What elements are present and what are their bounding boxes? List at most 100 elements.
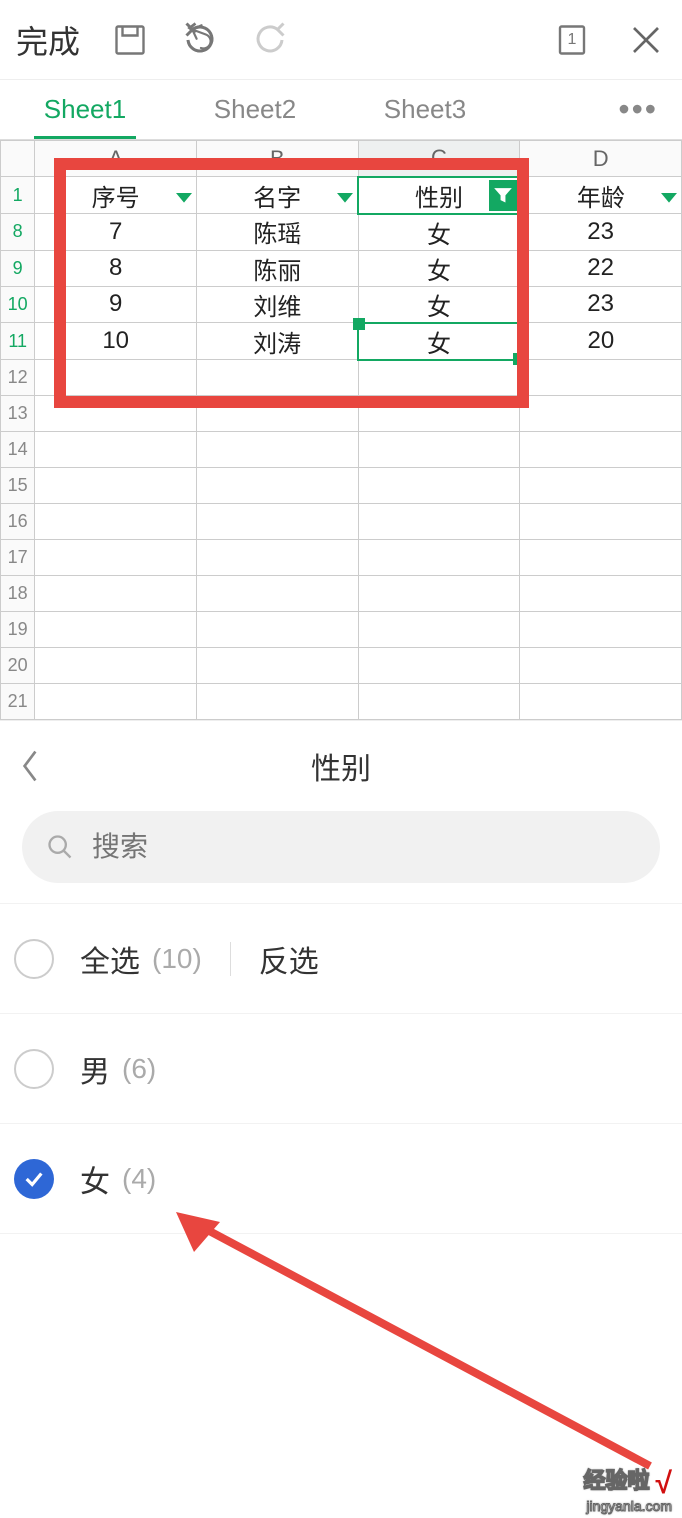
done-button[interactable]: 完成 [16,17,80,63]
col-header-D[interactable]: D [520,141,682,177]
filter-selectall-row[interactable]: 全选 (10) 反选 [0,904,682,1014]
cell[interactable] [358,468,520,504]
row-header[interactable]: 12 [1,360,35,396]
sheet-more-button[interactable]: ••• [510,91,682,128]
cell[interactable] [520,504,682,540]
cell[interactable] [35,432,197,468]
search-box[interactable] [22,811,660,883]
invert-button[interactable]: 反选 [259,937,319,981]
cell[interactable]: 7 [35,214,197,251]
cell[interactable]: 23 [520,214,682,251]
cell[interactable] [197,540,359,576]
cell[interactable] [35,540,197,576]
header-cell-B[interactable]: 名字 [197,177,359,214]
cell[interactable] [35,396,197,432]
cell[interactable] [35,648,197,684]
cell[interactable]: 女 [358,214,520,251]
checkbox-icon[interactable] [14,939,54,979]
cell[interactable]: 9 [35,286,197,323]
header-cell-D[interactable]: 年龄 [520,177,682,214]
cell[interactable] [197,468,359,504]
cell[interactable] [358,360,520,396]
row-header[interactable]: 8 [1,214,35,251]
cell[interactable] [520,396,682,432]
checkbox-icon[interactable] [14,1049,54,1089]
tab-sheet2[interactable]: Sheet2 [170,80,340,139]
cell[interactable] [520,360,682,396]
spreadsheet-grid[interactable]: A B C D 1 序号 名字 性别 年龄 8 7 陈瑶 女 23 9 8 陈丽… [0,140,682,720]
cell[interactable] [520,684,682,720]
cell[interactable] [197,612,359,648]
cell[interactable] [197,684,359,720]
corner-cell[interactable] [1,141,35,177]
cell[interactable] [358,432,520,468]
row-header[interactable]: 19 [1,612,35,648]
cell[interactable] [35,504,197,540]
cell[interactable]: 刘维 [197,286,359,323]
cell[interactable]: 20 [520,323,682,360]
cell[interactable] [197,504,359,540]
cell[interactable] [197,432,359,468]
row-header[interactable]: 20 [1,648,35,684]
row-header[interactable]: 1 [1,177,35,214]
cell[interactable] [197,396,359,432]
cell[interactable] [358,396,520,432]
row-header[interactable]: 21 [1,684,35,720]
selection-handle-icon[interactable] [353,318,365,330]
filter-icon[interactable] [337,193,353,209]
selected-cell[interactable]: 女 [358,323,520,360]
row-header[interactable]: 15 [1,468,35,504]
cell[interactable]: 陈丽 [197,250,359,286]
cell[interactable] [520,648,682,684]
header-cell-C[interactable]: 性别 [358,177,520,214]
cell[interactable] [197,576,359,612]
row-header[interactable]: 18 [1,576,35,612]
cell[interactable]: 女 [358,286,520,323]
filter-icon[interactable] [661,193,677,209]
cell[interactable]: 22 [520,250,682,286]
row-header[interactable]: 9 [1,250,35,286]
search-input[interactable] [90,830,636,864]
cell[interactable] [35,468,197,504]
cell[interactable]: 陈瑶 [197,214,359,251]
tab-sheet3[interactable]: Sheet3 [340,80,510,139]
checkbox-checked-icon[interactable] [14,1159,54,1199]
cell[interactable]: 女 [358,250,520,286]
cell[interactable] [520,468,682,504]
cell[interactable] [35,576,197,612]
cell[interactable] [520,576,682,612]
row-header[interactable]: 16 [1,504,35,540]
close-icon[interactable] [626,20,666,60]
cell[interactable]: 10 [35,323,197,360]
filter-icon[interactable] [176,193,192,209]
undo-icon[interactable] [180,20,220,60]
cell[interactable] [358,540,520,576]
cell[interactable] [520,612,682,648]
cell[interactable] [358,612,520,648]
row-header[interactable]: 13 [1,396,35,432]
cell[interactable] [358,684,520,720]
header-cell-A[interactable]: 序号 [35,177,197,214]
page-count-icon[interactable]: 1 [552,20,592,60]
tab-sheet1[interactable]: Sheet1 [0,80,170,139]
cell[interactable] [35,360,197,396]
row-header[interactable]: 17 [1,540,35,576]
cell[interactable]: 23 [520,286,682,323]
row-header[interactable]: 14 [1,432,35,468]
cell[interactable] [35,612,197,648]
save-icon[interactable] [110,20,150,60]
cell[interactable] [358,504,520,540]
filter-option-male[interactable]: 男 (6) [0,1014,682,1124]
cell[interactable] [197,360,359,396]
cell[interactable] [520,432,682,468]
cell[interactable] [358,648,520,684]
panel-back-button[interactable] [0,748,60,784]
col-header-B[interactable]: B [197,141,359,177]
cell[interactable] [358,576,520,612]
cell[interactable] [520,540,682,576]
cell[interactable] [35,684,197,720]
cell[interactable] [197,648,359,684]
filter-option-female[interactable]: 女 (4) [0,1124,682,1234]
row-header[interactable]: 10 [1,286,35,323]
cell[interactable]: 刘涛 [197,323,359,360]
